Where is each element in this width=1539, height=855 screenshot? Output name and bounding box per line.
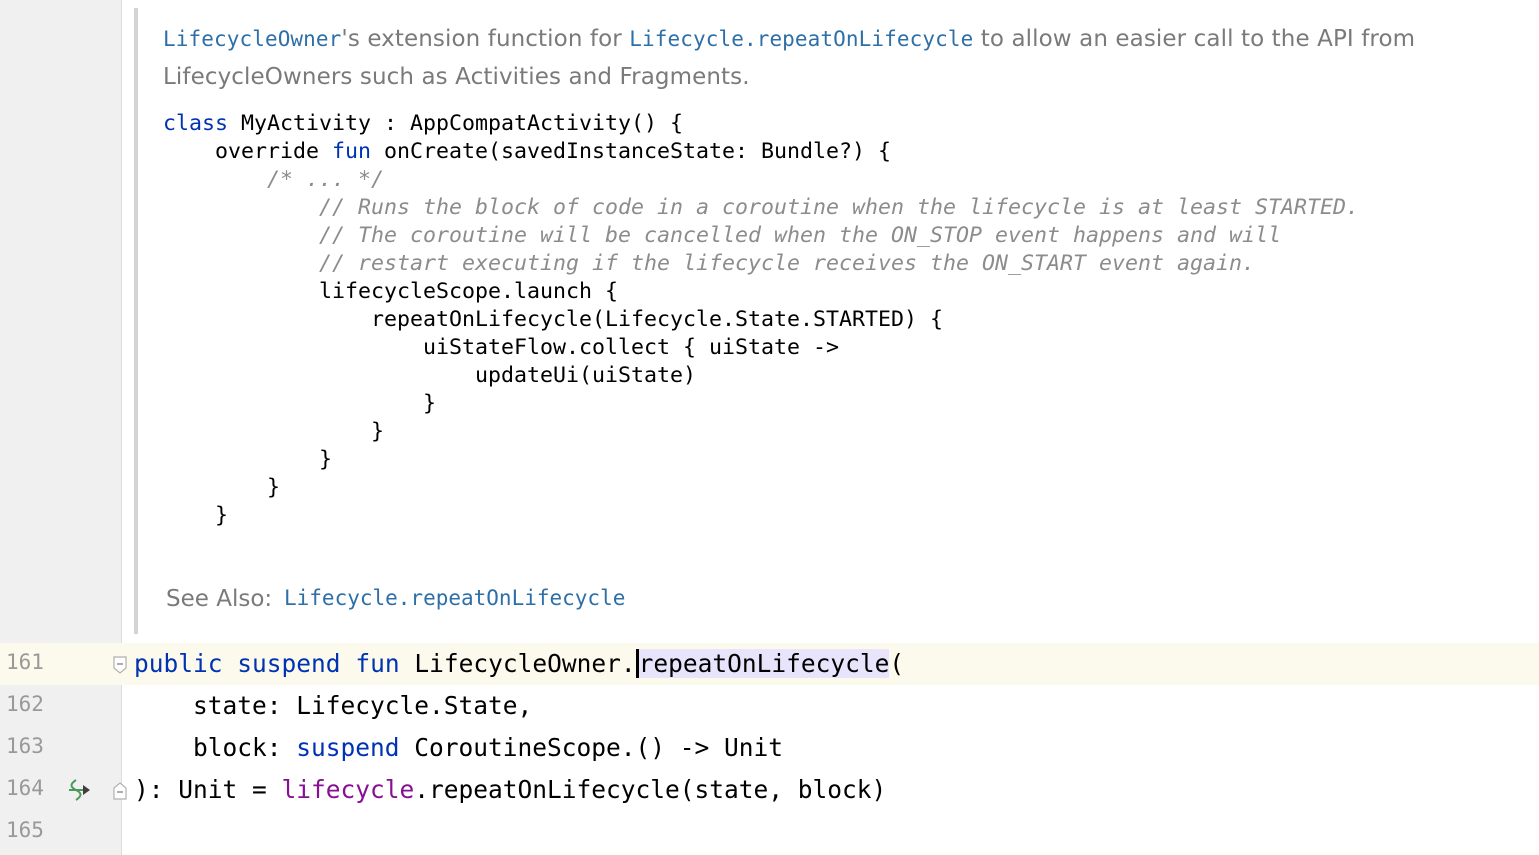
editor-line-164[interactable]: 164 ): Unit = lifecycle.repeatOnLifecycl… bbox=[0, 769, 1539, 811]
code-text: MyActivity : AppCompatActivity() { bbox=[228, 111, 684, 136]
code-line[interactable]: block: suspend CoroutineScope.() -> Unit bbox=[134, 732, 783, 764]
code-comment: // The coroutine will be cancelled when … bbox=[163, 223, 1282, 248]
doc-comment-bar bbox=[134, 8, 138, 634]
editor-line-165[interactable]: 165 bbox=[0, 811, 1539, 853]
code-text: lifecycleScope.launch { bbox=[163, 279, 619, 304]
see-also-link[interactable]: Lifecycle.repeatOnLifecycle bbox=[284, 586, 625, 610]
line-number: 163 bbox=[6, 734, 44, 758]
line-number: 162 bbox=[6, 692, 44, 716]
code-text: override bbox=[163, 139, 333, 164]
code-comment: // Runs the block of code in a coroutine… bbox=[163, 195, 1360, 220]
code-keyword: suspend bbox=[237, 649, 341, 678]
code-line[interactable]: public suspend fun LifecycleOwner. repeat… bbox=[134, 648, 904, 680]
code-keyword: suspend bbox=[296, 733, 400, 762]
code-text: } bbox=[163, 503, 229, 528]
editor-line-161[interactable]: 161 public suspend fun LifecycleOwner. re… bbox=[0, 643, 1539, 685]
code-text: CoroutineScope.() -> Unit bbox=[399, 733, 784, 762]
code-text: ): Unit = bbox=[134, 775, 282, 804]
code-text: updateUi(uiState) bbox=[163, 363, 697, 388]
code-text: ( bbox=[889, 649, 905, 678]
code-text: } bbox=[163, 419, 385, 444]
selected-identifier[interactable]: repeatOnLifecycle bbox=[635, 649, 890, 678]
code-text: repeatOnLifecycle(Lifecycle.State.STARTE… bbox=[163, 307, 944, 332]
code-comment: // restart executing if the lifecycle re… bbox=[163, 251, 1256, 276]
doc-text: 's extension function for bbox=[341, 26, 630, 52]
code-text: onCreate(savedInstanceState: Bundle?) { bbox=[371, 139, 892, 164]
code-text: state: Lifecycle.State, bbox=[134, 691, 533, 720]
fold-end-icon[interactable] bbox=[113, 782, 127, 800]
editor-line-162[interactable]: 162 state: Lifecycle.State, bbox=[0, 685, 1539, 727]
fold-collapse-icon[interactable] bbox=[113, 656, 127, 674]
editor-line-163[interactable]: 163 block: suspend CoroutineScope.() -> … bbox=[0, 727, 1539, 769]
code-text: .repeatOnLifecycle(state, block) bbox=[414, 775, 887, 804]
code-text: } bbox=[163, 447, 333, 472]
see-also-label: See Also: bbox=[166, 586, 273, 612]
code-keyword: class bbox=[163, 111, 229, 136]
implements-arrow-icon[interactable] bbox=[66, 777, 94, 803]
doc-link-lifecycleowner[interactable]: LifecycleOwner bbox=[163, 27, 341, 51]
code-keyword: fun bbox=[355, 649, 400, 678]
line-number: 161 bbox=[6, 650, 44, 674]
rendered-doc-comment: LifecycleOwner's extension function for … bbox=[140, 0, 1539, 640]
code-property: lifecycle bbox=[281, 775, 415, 804]
code-keyword: fun bbox=[332, 139, 372, 164]
code-text: } bbox=[163, 475, 281, 500]
code-keyword: public bbox=[134, 649, 223, 678]
doc-description: LifecycleOwner's extension function for … bbox=[163, 20, 1523, 96]
line-number: 165 bbox=[6, 818, 44, 842]
code-text: LifecycleOwner. bbox=[399, 649, 636, 678]
doc-link-repeatonlifecycle[interactable]: Lifecycle.repeatOnLifecycle bbox=[629, 27, 973, 51]
code-line[interactable]: ): Unit = lifecycle.repeatOnLifecycle(st… bbox=[134, 774, 886, 806]
code-text: uiStateFlow.collect { uiState -> bbox=[163, 335, 840, 360]
code-line[interactable]: state: Lifecycle.State, bbox=[134, 690, 532, 722]
code-text: } bbox=[163, 391, 437, 416]
line-number: 164 bbox=[6, 776, 44, 800]
code-text: block: bbox=[134, 733, 297, 762]
doc-code-sample: class MyActivity : AppCompatActivity() {… bbox=[163, 110, 1359, 530]
code-comment: /* ... */ bbox=[163, 167, 385, 192]
